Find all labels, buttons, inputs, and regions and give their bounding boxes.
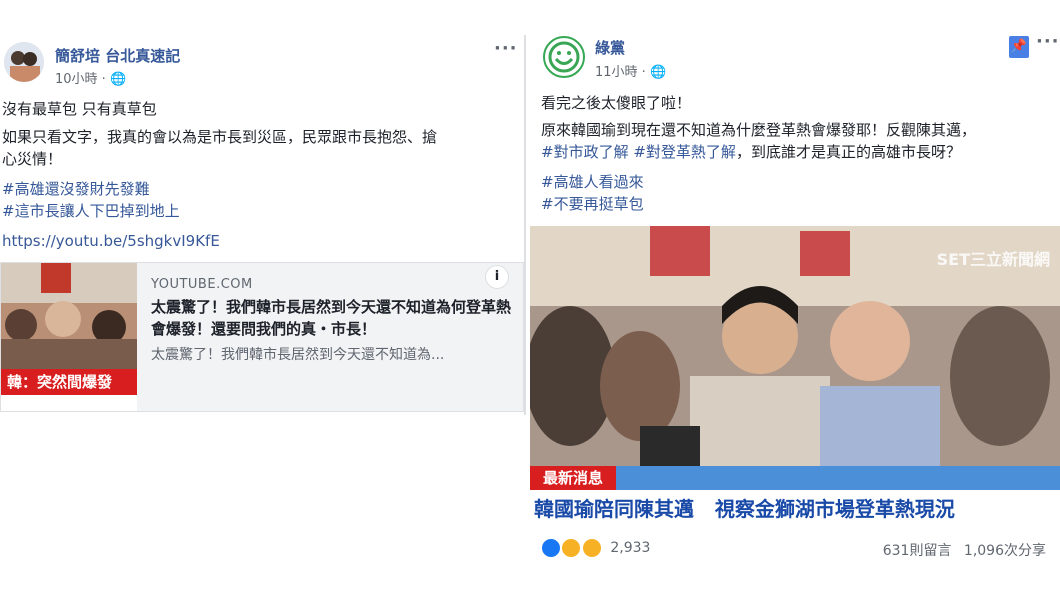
more-options-icon[interactable]: ··· (494, 38, 518, 59)
pin-icon[interactable]: 📌 (1009, 36, 1029, 58)
youtube-url-link[interactable]: https://youtu.be/5shgkvI9KfE (2, 230, 220, 252)
right-post: 綠黨 11小時 · 🌐 📌 ··· 看完之後太傻眼了啦！ 原來韓國瑜到現在還不知… (527, 0, 1060, 596)
like-reaction-icon (541, 538, 561, 558)
hashtag-link[interactable]: #高雄人看過來 (541, 171, 644, 193)
info-icon[interactable]: i (485, 265, 509, 289)
reactions-summary[interactable]: 2,933 (541, 538, 650, 558)
hashtag-link[interactable]: #高雄還沒發財先發難 (2, 178, 150, 200)
post-text-line-3: #對市政了解 #對登革熱了解，到底誰才是真正的高雄市長呀？ (541, 141, 961, 163)
hashtag-link[interactable]: #這市長讓人下巴掉到地上 (2, 200, 180, 222)
reactions-count[interactable]: 2,933 (610, 540, 650, 556)
post-time-text[interactable]: 10小時 (55, 72, 98, 87)
post-divider (524, 35, 526, 415)
author-name[interactable]: 簡舒培 台北真速記 (55, 45, 180, 66)
post-text-line-1: 看完之後太傻眼了啦！ (541, 94, 692, 112)
news-video-player[interactable]: SET三立新聞網 最新消息 韓國瑜陪同陳其邁 視察金獅湖市場登革熱現況 (530, 226, 1060, 528)
post-text-line-2: 原來韓國瑜到現在還不知道為什麼登革熱會爆發耶！反觀陳其邁， (541, 121, 977, 139)
post-text-line-1: 沒有最草包 只有真草包 (2, 100, 157, 118)
hashtag-link[interactable]: #不要再挺草包 (541, 193, 644, 215)
ticker-label: 最新消息 (530, 466, 616, 490)
haha-reaction-icon (561, 538, 582, 558)
post-text-line-2: 如果只看文字，我真的會以為是市長到災區，民眾跟市長抱怨、搶 (2, 128, 438, 146)
ticker-bar (616, 466, 1060, 490)
more-options-icon[interactable]: ··· (1036, 31, 1060, 52)
author-avatar[interactable] (4, 42, 44, 82)
post-time-text[interactable]: 11小時 (595, 65, 638, 80)
avatar-photo (4, 42, 44, 82)
author-avatar[interactable] (543, 36, 585, 78)
link-preview-card[interactable]: 韓：突然間爆發 YOUTUBE.COM 太震驚了！我們韓市長居然到今天還不知道為… (0, 262, 524, 412)
link-description: 太震驚了！我們韓市長居然到今天還不知道為... (151, 347, 445, 363)
news-headline: 韓國瑜陪同陳其邁 視察金獅湖市場登革熱現況 (530, 490, 1060, 528)
wow-reaction-icon (581, 538, 602, 558)
left-post: 簡舒培 台北真速記 10小時 · 🌐 ··· 沒有最草包 只有真草包 如果只看文… (0, 0, 525, 596)
shares-count[interactable]: 1,096次分享 (964, 543, 1046, 559)
post-time[interactable]: 10小時 · 🌐 (55, 68, 126, 87)
hashtag-link[interactable]: #對市政了解 (541, 143, 629, 161)
channel-watermark: SET三立新聞網 (936, 250, 1050, 269)
post-time[interactable]: 11小時 · 🌐 (595, 61, 666, 80)
globe-icon: 🌐 (109, 72, 127, 87)
thumb-caption: 韓：突然間爆發 (7, 373, 113, 391)
post-text-line-3: 心災情！ (2, 150, 63, 168)
link-domain: YOUTUBE.COM (151, 277, 253, 292)
post-text-tail: ，到底誰才是真正的高雄市長呀？ (735, 143, 961, 161)
globe-icon: 🌐 (649, 65, 667, 80)
video-thumbnail[interactable]: 韓：突然間爆發 (1, 263, 137, 411)
hashtag-link[interactable]: #對登革熱了解 (633, 143, 736, 161)
green-party-logo (548, 41, 580, 73)
engagement-stats: 631則留言 1,096次分享 (883, 540, 1046, 560)
link-title[interactable]: 太震驚了！我們韓市長居然到今天還不知道為何登革熱會爆發！還要問我們的真・市長！ (151, 296, 511, 340)
author-name[interactable]: 綠黨 (595, 37, 625, 58)
comments-count[interactable]: 631則留言 (883, 543, 952, 559)
